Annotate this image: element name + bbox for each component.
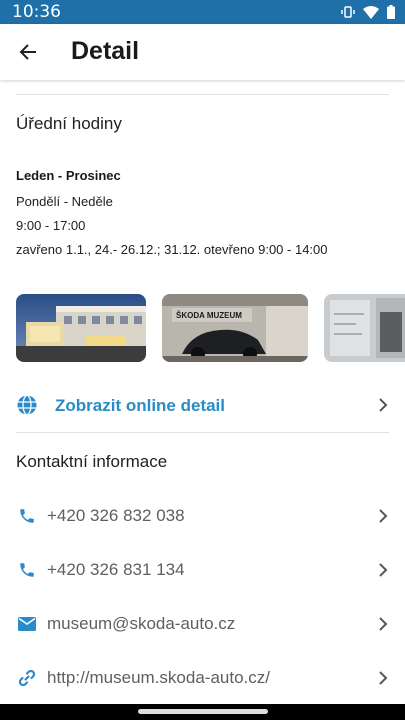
vibrate-icon <box>341 6 355 18</box>
museum-interior-photo[interactable] <box>324 294 405 362</box>
status-bar: 10:36 <box>0 0 405 24</box>
contact-value: +420 326 831 134 <box>47 560 185 579</box>
opening-hours-note: zavřeno 1.1., 24.- 26.12.; 31.12. otevře… <box>16 242 328 257</box>
battery-icon <box>387 5 395 19</box>
system-nav-bar <box>0 704 405 720</box>
opening-hours-title: Úřední hodiny <box>16 114 122 133</box>
divider <box>16 94 389 95</box>
chevron-right-icon <box>379 671 388 685</box>
contact-phone-2-row[interactable]: +420 326 831 134 <box>0 543 405 597</box>
photo-gallery[interactable]: ŠKODA MUZEUM <box>0 294 405 362</box>
back-button[interactable] <box>12 36 44 68</box>
contact-phone-1-row[interactable]: +420 326 832 038 <box>0 489 405 543</box>
status-icons <box>341 5 395 19</box>
contact-email-row[interactable]: museum@skoda-auto.cz <box>0 597 405 651</box>
skoda-museum-sign: ŠKODA MUZEUM <box>176 311 242 320</box>
contact-value: museum@skoda-auto.cz <box>47 614 236 633</box>
divider <box>16 432 389 433</box>
museum-building-photo[interactable] <box>16 294 146 362</box>
contact-value: +420 326 832 038 <box>47 506 185 525</box>
phone-icon <box>16 559 38 581</box>
globe-icon <box>16 394 38 416</box>
skoda-museum-car-photo[interactable]: ŠKODA MUZEUM <box>162 294 308 362</box>
contact-value: http://museum.skoda-auto.cz/ <box>47 668 270 687</box>
wifi-icon <box>363 5 379 19</box>
link-icon <box>16 667 38 689</box>
mail-icon <box>16 613 38 635</box>
online-detail-label[interactable]: Zobrazit online detail <box>55 396 225 416</box>
phone-icon <box>16 505 38 527</box>
chevron-right-icon <box>379 398 388 412</box>
opening-hours-days: Pondělí - Neděle <box>16 194 113 209</box>
home-gesture-handle[interactable] <box>138 709 268 714</box>
page-title: Detail <box>71 37 140 65</box>
chevron-right-icon <box>379 563 388 577</box>
contact-title: Kontaktní informace <box>16 452 168 471</box>
opening-hours-season: Leden - Prosinec <box>16 168 121 183</box>
arrow-back-icon <box>19 44 36 60</box>
contact-web-row[interactable]: http://museum.skoda-auto.cz/ <box>0 651 405 705</box>
chevron-right-icon <box>379 617 388 631</box>
opening-hours-time: 9:00 - 17:00 <box>16 218 86 233</box>
app-bar: Detail <box>0 24 405 80</box>
status-time: 10:36 <box>12 2 61 22</box>
chevron-right-icon <box>379 509 388 523</box>
